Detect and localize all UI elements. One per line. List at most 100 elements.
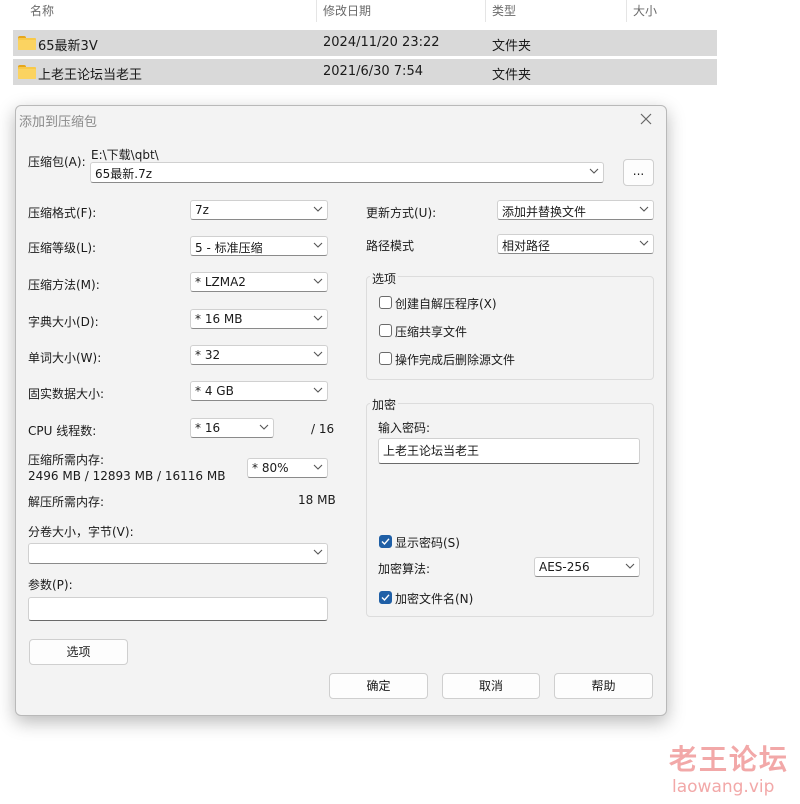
folder-icon <box>18 36 36 50</box>
check-icon <box>381 594 390 602</box>
folder-icon <box>18 65 36 79</box>
column-divider[interactable] <box>485 0 486 22</box>
dict-select[interactable]: * 16 MB <box>190 309 328 329</box>
dialog-title: 添加到压缩包 <box>19 115 98 130</box>
chevron-down-icon <box>259 424 269 430</box>
column-divider[interactable] <box>626 0 627 22</box>
split-select[interactable] <box>28 543 328 564</box>
sfx-label[interactable]: 创建自解压程序(X) <box>395 295 497 312</box>
help-button[interactable]: 帮助 <box>554 673 653 699</box>
archive-name-combo[interactable]: 65最新.7z <box>90 162 604 183</box>
delete-source-label[interactable]: 操作完成后删除源文件 <box>395 351 515 368</box>
pathmode-label: 路径模式 <box>366 239 415 253</box>
chevron-down-icon <box>313 464 323 470</box>
delete-source-checkbox[interactable] <box>379 352 392 365</box>
watermark-logo: 老王论坛 <box>669 743 790 776</box>
solid-label: 固实数据大小: <box>28 387 105 401</box>
file-row[interactable]: 上老王论坛当老王 2021/6/30 7:54 文件夹 <box>13 59 717 85</box>
params-input[interactable] <box>28 597 328 621</box>
algorithm-value: AES-256 <box>539 560 590 574</box>
algorithm-select[interactable]: AES-256 <box>534 557 640 577</box>
algorithm-label: 加密算法: <box>378 562 431 576</box>
chevron-down-icon <box>625 563 635 569</box>
sfx-checkbox[interactable] <box>379 296 392 309</box>
level-label: 压缩等级(L): <box>28 241 97 255</box>
pathmode-select[interactable]: 相对路径 <box>497 234 654 254</box>
word-label: 单词大小(W): <box>28 351 102 365</box>
split-label: 分卷大小，字节(V): <box>28 525 134 539</box>
column-modified[interactable]: 修改日期 <box>323 2 371 19</box>
encrypt-names-checkbox[interactable] <box>379 591 392 604</box>
ok-button[interactable]: 确定 <box>329 673 428 699</box>
chevron-down-icon <box>313 549 323 555</box>
encryption-group-title: 加密 <box>370 396 399 413</box>
solid-select[interactable]: * 4 GB <box>190 381 328 401</box>
watermark-url: laowang.vip <box>672 777 775 797</box>
add-to-archive-dialog: 添加到压缩包 压缩包(A): E:\下载\qbt\ 65最新.7z ... 压缩… <box>15 105 667 716</box>
chevron-down-icon <box>589 168 599 174</box>
format-label: 压缩格式(F): <box>28 206 97 220</box>
method-value: * LZMA2 <box>195 275 246 289</box>
chevron-down-icon <box>313 278 323 284</box>
chevron-down-icon <box>313 206 323 212</box>
chevron-down-icon <box>313 242 323 248</box>
column-divider[interactable] <box>316 0 317 22</box>
show-password-checkbox[interactable] <box>379 535 392 548</box>
decompress-mem-label: 解压所需内存: <box>28 495 105 509</box>
chevron-down-icon <box>313 387 323 393</box>
close-button[interactable] <box>634 108 658 130</box>
password-input[interactable]: 上老王论坛当老王 <box>378 438 640 464</box>
browse-button[interactable]: ... <box>623 159 654 186</box>
file-row[interactable]: 65最新3V 2024/11/20 23:22 文件夹 <box>13 30 717 56</box>
file-modified: 2024/11/20 23:22 <box>323 35 440 50</box>
params-label: 参数(P): <box>28 578 73 592</box>
column-name[interactable]: 名称 <box>30 2 54 19</box>
mem-label: 压缩所需内存: <box>28 453 105 467</box>
cpu-label: CPU 线程数: <box>28 424 97 438</box>
password-value: 上老王论坛当老王 <box>383 444 480 458</box>
chevron-down-icon <box>639 240 649 246</box>
column-type[interactable]: 类型 <box>492 2 516 19</box>
options-button[interactable]: 选项 <box>29 639 128 665</box>
update-value: 添加并替换文件 <box>502 205 587 219</box>
encrypt-names-label[interactable]: 加密文件名(N) <box>395 590 473 607</box>
mem-detail: 2496 MB / 12893 MB / 16116 MB <box>28 469 226 483</box>
update-label: 更新方式(U): <box>366 206 437 220</box>
shared-files-label[interactable]: 压缩共享文件 <box>395 323 467 340</box>
cpu-value: * 16 <box>195 421 221 435</box>
solid-value: * 4 GB <box>195 384 234 398</box>
file-name: 上老王论坛当老王 <box>38 68 143 83</box>
chevron-down-icon <box>639 206 649 212</box>
method-select[interactable]: * LZMA2 <box>190 272 328 292</box>
cancel-button[interactable]: 取消 <box>442 673 540 699</box>
word-select[interactable]: * 32 <box>190 345 328 365</box>
options-group-title: 选项 <box>370 270 399 287</box>
archive-path: E:\下载\qbt\ <box>91 148 159 162</box>
update-select[interactable]: 添加并替换文件 <box>497 200 654 220</box>
format-value: 7z <box>195 203 209 217</box>
mem-value: * 80% <box>252 461 289 475</box>
level-value: 5 - 标准压缩 <box>195 241 263 255</box>
file-modified: 2021/6/30 7:54 <box>323 64 423 79</box>
mem-select[interactable]: * 80% <box>247 458 328 478</box>
word-value: * 32 <box>195 348 221 362</box>
format-select[interactable]: 7z <box>190 200 328 220</box>
method-label: 压缩方法(M): <box>28 278 100 292</box>
cpu-select[interactable]: * 16 <box>190 418 274 438</box>
check-icon <box>381 538 390 546</box>
file-name: 65最新3V <box>38 39 98 54</box>
cpu-max: / 16 <box>311 422 335 436</box>
dict-label: 字典大小(D): <box>28 315 99 329</box>
decompress-mem-value: 18 MB <box>298 493 336 507</box>
show-password-label[interactable]: 显示密码(S) <box>395 534 460 551</box>
archive-label: 压缩包(A): <box>28 155 86 169</box>
level-select[interactable]: 5 - 标准压缩 <box>190 236 328 256</box>
password-label: 输入密码: <box>378 421 431 435</box>
dict-value: * 16 MB <box>195 312 243 326</box>
pathmode-value: 相对路径 <box>502 239 551 253</box>
column-size[interactable]: 大小 <box>633 2 657 19</box>
shared-files-checkbox[interactable] <box>379 324 392 337</box>
close-icon <box>640 113 652 125</box>
file-type: 文件夹 <box>492 68 532 83</box>
file-type: 文件夹 <box>492 39 532 54</box>
